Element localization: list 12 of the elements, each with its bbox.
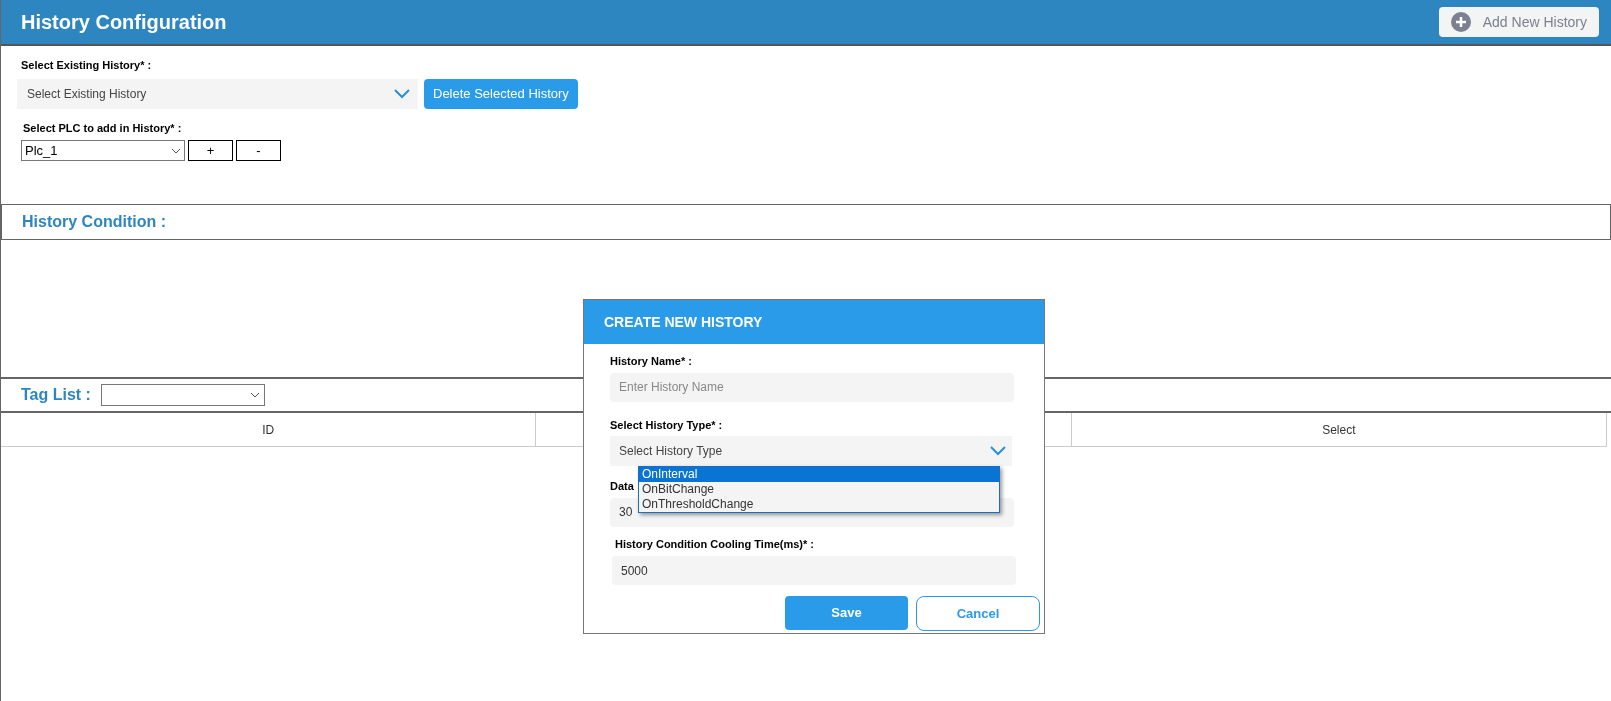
field-label: Data bbox=[610, 479, 634, 494]
section-title: History Condition : bbox=[22, 212, 166, 232]
field-label: Select Existing History* : bbox=[21, 58, 153, 73]
dialog-title: CREATE NEW HISTORY bbox=[604, 312, 763, 332]
field-label: History Condition Cooling Time(ms)* : bbox=[615, 536, 814, 552]
field-label: Select PLC to add in History* : bbox=[23, 120, 183, 136]
section-title: Tag List : bbox=[21, 385, 91, 405]
column-header: ID bbox=[1, 413, 537, 446]
column-header: Select bbox=[1071, 413, 1607, 446]
page-title: History Configuration bbox=[21, 10, 227, 35]
field-label: History Name* : bbox=[610, 354, 692, 369]
field-label: Select History Type* : bbox=[610, 417, 723, 433]
